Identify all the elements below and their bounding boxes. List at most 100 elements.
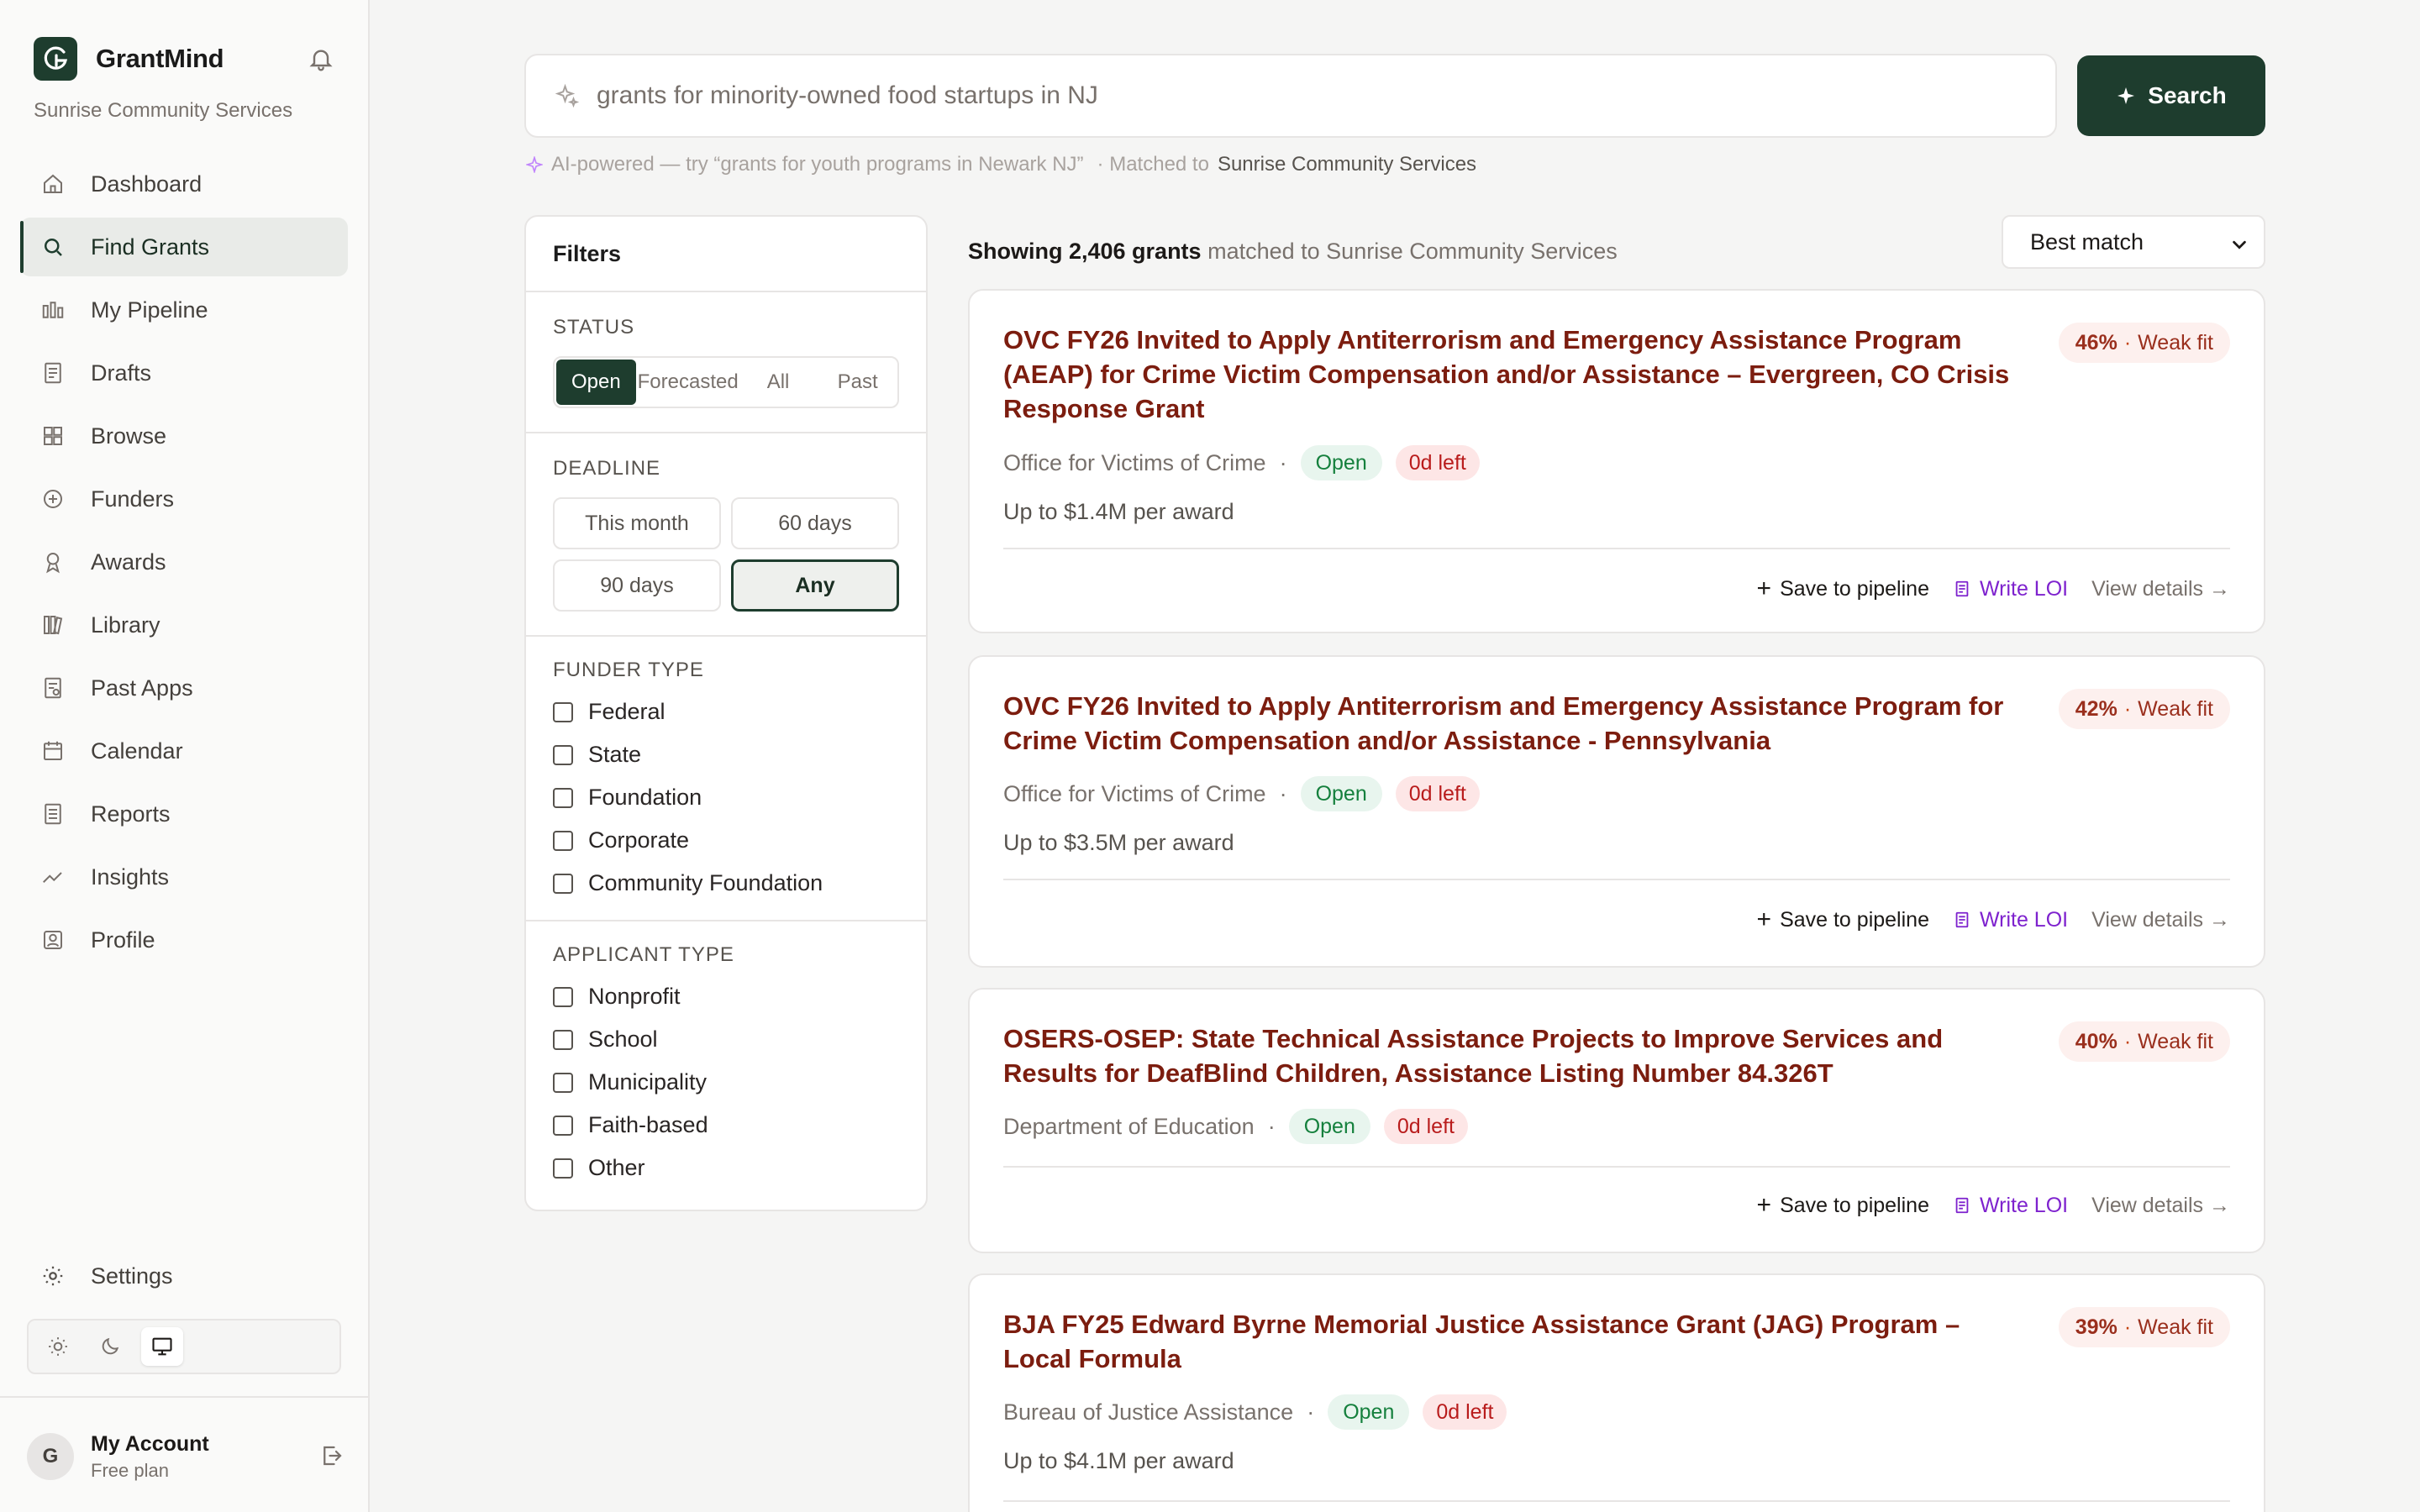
write-loi-button[interactable]: Write LOI [1953, 577, 2068, 601]
status-option-all[interactable]: All [739, 358, 818, 407]
library-icon [40, 612, 66, 638]
fit-badge: 39% · Weak fit [2058, 1307, 2230, 1347]
save-to-pipeline-button[interactable]: + Save to pipeline [1757, 906, 1929, 934]
filters-panel: Filters STATUS Open Forecasted All Past … [524, 215, 928, 1211]
nav-item-library[interactable]: Library [20, 596, 348, 654]
checkbox[interactable] [553, 701, 573, 722]
checkbox-label: Corporate [588, 827, 690, 853]
grant-title[interactable]: OVC FY26 Invited to Apply Antiterrorism … [1003, 323, 2012, 426]
checkbox[interactable] [553, 986, 573, 1007]
light-theme-button[interactable] [37, 1327, 79, 1366]
save-label: Save to pipeline [1780, 576, 1929, 601]
checkbox[interactable] [553, 1115, 573, 1136]
sun-icon [49, 1337, 67, 1356]
nav-item-drafts[interactable]: Drafts [20, 344, 348, 402]
write-loi-button[interactable]: Write LOI [1953, 1194, 2068, 1218]
card-actions: + Save to pipeline Write LOI View details… [1757, 575, 2230, 603]
hint-matched: · Matched to [1097, 153, 1209, 176]
funder-checkbox-corporate[interactable]: Corporate [553, 819, 899, 862]
funder-checkbox-state[interactable]: State [553, 733, 899, 776]
nav-item-browse[interactable]: Browse [20, 407, 348, 465]
checkbox[interactable] [553, 1158, 573, 1179]
deadline-any[interactable]: Any [731, 559, 899, 612]
search-box[interactable] [524, 54, 2057, 138]
view-details-link[interactable]: View details → [2091, 908, 2230, 932]
grant-card[interactable]: BJA FY25 Edward Byrne Memorial Justice A… [968, 1273, 2265, 1512]
applicant-checkbox-nonprofit[interactable]: Nonprofit [553, 975, 899, 1018]
deadline-90-days[interactable]: 90 days [553, 559, 721, 612]
status-segmented-control: Open Forecasted All Past [553, 356, 899, 408]
deadline-60-days[interactable]: 60 days [731, 497, 899, 549]
deadline-this-month[interactable]: This month [553, 497, 721, 549]
view-details-link[interactable]: View details → [2091, 577, 2230, 601]
settings-link[interactable]: Settings [20, 1247, 348, 1305]
checkbox[interactable] [553, 1029, 573, 1050]
nav-item-find-grants[interactable]: Find Grants [20, 218, 348, 276]
nav-label: Past Apps [91, 675, 193, 701]
nav-item-awards[interactable]: Awards [20, 533, 348, 591]
status-option-past[interactable]: Past [818, 358, 897, 407]
applicant-checkbox-municipality[interactable]: Municipality [553, 1061, 899, 1104]
grant-card[interactable]: OVC FY26 Invited to Apply Antiterrorism … [968, 289, 2265, 633]
grant-title[interactable]: OSERS-OSEP: State Technical Assistance P… [1003, 1021, 2012, 1090]
checkbox[interactable] [553, 787, 573, 808]
nav-item-calendar[interactable]: Calendar [20, 722, 348, 780]
divider [0, 1396, 370, 1398]
system-theme-button[interactable] [141, 1327, 183, 1366]
funder-checkbox-foundation[interactable]: Foundation [553, 776, 899, 819]
brand[interactable]: GrantMind [34, 37, 345, 81]
search-input[interactable] [597, 81, 1941, 110]
loi-label: Write LOI [1979, 1193, 2069, 1217]
nav-label: Awards [91, 549, 166, 575]
account-menu[interactable]: G My Account Free plan [27, 1430, 346, 1483]
status-option-open[interactable]: Open [556, 360, 636, 405]
nav-item-funders[interactable]: Funders [20, 470, 348, 528]
funder-name: Bureau of Justice Assistance [1003, 1399, 1294, 1425]
funder-checkbox-federal[interactable]: Federal [553, 690, 899, 733]
grant-title[interactable]: BJA FY25 Edward Byrne Memorial Justice A… [1003, 1307, 2012, 1376]
nav-item-insights[interactable]: Insights [20, 848, 348, 906]
sort-select[interactable]: Best match [2002, 215, 2265, 269]
nav-item-my-pipeline[interactable]: My Pipeline [20, 281, 348, 339]
bell-icon[interactable] [308, 45, 334, 72]
nav-item-profile[interactable]: Profile [20, 911, 348, 969]
save-to-pipeline-button[interactable]: + Save to pipeline [1757, 575, 1929, 603]
hint-text: AI-powered — try “grants for youth progr… [551, 153, 1084, 176]
write-loi-button[interactable]: Write LOI [1953, 908, 2068, 932]
nav-item-past-apps[interactable]: Past Apps [20, 659, 348, 717]
logout-icon[interactable] [319, 1443, 346, 1470]
past-apps-icon [40, 675, 66, 701]
applicant-checkbox-other[interactable]: Other [553, 1147, 899, 1189]
award-icon [40, 549, 66, 575]
dark-theme-button[interactable] [89, 1327, 131, 1366]
checkbox[interactable] [553, 830, 573, 851]
checkbox[interactable] [553, 1072, 573, 1093]
view-details-link[interactable]: View details → [2091, 1194, 2230, 1218]
grant-title[interactable]: OVC FY26 Invited to Apply Antiterrorism … [1003, 689, 2012, 758]
fit-percent: 42% [2075, 696, 2118, 721]
grant-card[interactable]: OSERS-OSEP: State Technical Assistance P… [968, 988, 2265, 1253]
checkbox[interactable] [553, 873, 573, 894]
calendar-icon [40, 738, 66, 764]
funder-checkbox-community-foundation[interactable]: Community Foundation [553, 862, 899, 905]
deadline-label: DEADLINE [553, 457, 661, 480]
nav-item-dashboard[interactable]: Dashboard [20, 155, 348, 213]
divider [1003, 1166, 2230, 1168]
applicant-checkbox-school[interactable]: School [553, 1018, 899, 1061]
card-actions: + Save to pipeline Write LOI View details… [1757, 1191, 2230, 1220]
search-button[interactable]: Search [2077, 55, 2265, 136]
checkbox-label: Foundation [588, 785, 702, 810]
checkbox-label: Faith-based [588, 1112, 708, 1137]
applicant-type-label: APPLICANT TYPE [553, 943, 734, 966]
deadline-filter: DEADLINE This month 60 days 90 days Any [526, 433, 926, 637]
checkbox[interactable] [553, 744, 573, 765]
checkbox-label: Municipality [588, 1069, 708, 1095]
applicant-checkbox-faith-based[interactable]: Faith-based [553, 1104, 899, 1147]
grant-card[interactable]: OVC FY26 Invited to Apply Antiterrorism … [968, 655, 2265, 968]
applicant-type-filter: APPLICANT TYPE Nonprofit School Municipa… [526, 921, 926, 1213]
status-option-forecasted[interactable]: Forecasted [638, 358, 739, 407]
save-label: Save to pipeline [1780, 907, 1929, 932]
nav-item-reports[interactable]: Reports [20, 785, 348, 843]
deadline-options: This month 60 days 90 days Any [553, 497, 899, 612]
save-to-pipeline-button[interactable]: + Save to pipeline [1757, 1191, 1929, 1220]
